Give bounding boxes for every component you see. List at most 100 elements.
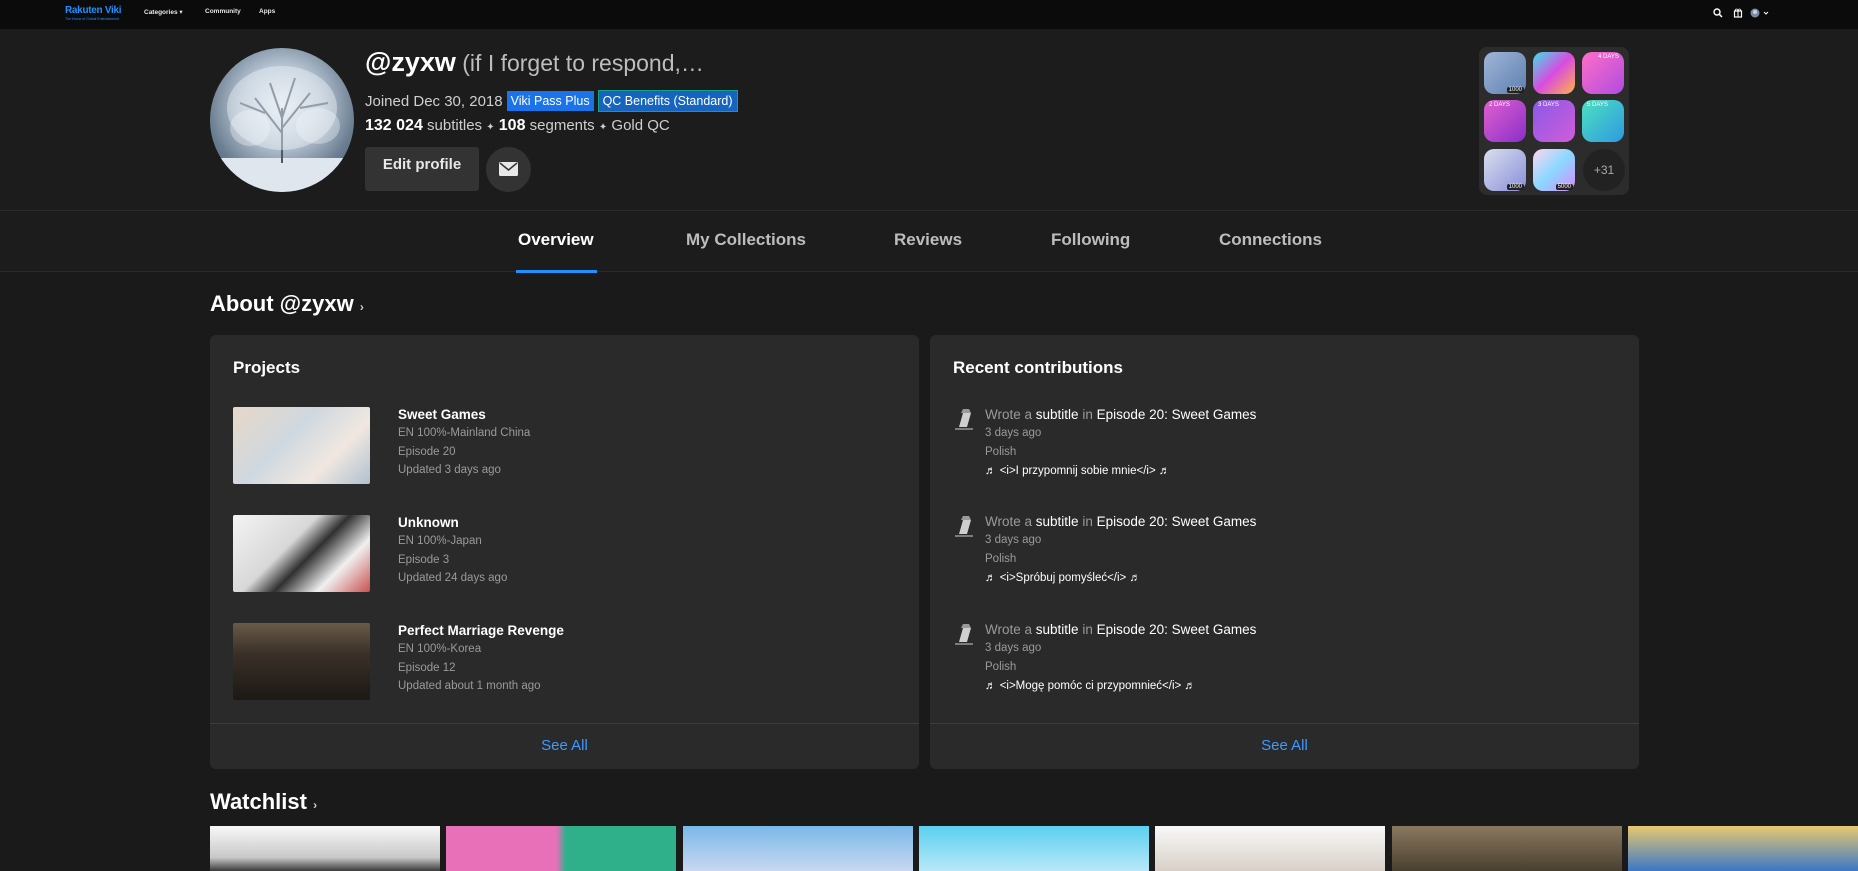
contributions-see-all-link[interactable]: See All — [930, 723, 1639, 769]
achievement-3days-badge[interactable]: 3 DAYS — [1533, 100, 1575, 142]
achievement-badges-grid[interactable]: 1000 4 DAYS 2 DAYS 3 DAYS 5 DAYS 1000 50… — [1479, 47, 1629, 195]
project-updated: Updated 24 days ago — [398, 572, 508, 584]
project-thumbnail[interactable] — [233, 623, 370, 700]
contribution-type-link[interactable]: subtitle — [1036, 514, 1079, 529]
viki-pass-badge: Viki Pass Plus — [506, 91, 594, 111]
pencil-icon — [955, 624, 973, 645]
watchlist-card[interactable] — [210, 826, 440, 871]
project-title[interactable]: Perfect Marriage Revenge — [398, 623, 564, 638]
nav-community[interactable]: Community — [205, 8, 241, 15]
project-thumbnail[interactable] — [233, 407, 370, 484]
segments-count: 108 — [498, 117, 526, 134]
contribution-language: Polish — [985, 446, 1017, 458]
contribution-language: Polish — [985, 661, 1017, 673]
profile-joined-row: Joined Dec 30, 2018 Viki Pass Plus QC Be… — [365, 90, 738, 112]
more-badges-button[interactable]: +31 — [1583, 149, 1625, 191]
contribution-item: Wrote a subtitle in Episode 20: Sweet Ga… — [953, 407, 1573, 487]
nav-categories[interactable]: Categories ▾ — [144, 8, 183, 16]
projects-see-all-link[interactable]: See All — [210, 723, 919, 769]
user-avatar-menu-icon[interactable] — [1750, 8, 1770, 20]
contribution-episode-link[interactable]: Episode 20: Sweet Games — [1097, 514, 1257, 529]
contribution-type-link[interactable]: subtitle — [1036, 407, 1079, 422]
project-item[interactable]: Sweet Games EN 100%-Mainland China Episo… — [233, 407, 853, 487]
tab-following[interactable]: Following — [1051, 230, 1130, 250]
segments-label: segments — [525, 117, 599, 134]
qc-benefits-badge: QC Benefits (Standard) — [597, 90, 738, 112]
achievement-4days-badge[interactable]: 4 DAYS — [1582, 52, 1624, 94]
contribution-type-link[interactable]: subtitle — [1036, 622, 1079, 637]
tab-my-collections[interactable]: My Collections — [686, 230, 806, 250]
project-episode: Episode 12 — [398, 662, 456, 674]
about-heading[interactable]: About @zyxw › — [210, 291, 364, 317]
viki-logo[interactable]: Rakuten Viki The Home of Global Entertai… — [65, 5, 125, 23]
contribution-summary: Wrote a subtitle in Episode 20: Sweet Ga… — [985, 407, 1257, 422]
profile-tabs: Overview My Collections Reviews Followin… — [0, 210, 1858, 273]
mail-icon — [499, 162, 518, 176]
message-button[interactable] — [486, 147, 531, 192]
project-episode: Episode 3 — [398, 554, 450, 566]
project-title[interactable]: Unknown — [398, 515, 459, 530]
project-title[interactable]: Sweet Games — [398, 407, 486, 422]
pencil-icon — [955, 409, 973, 430]
project-item[interactable]: Unknown EN 100%-Japan Episode 3 Updated … — [233, 515, 853, 595]
achievement-owl-badge[interactable]: 1000 — [1484, 52, 1526, 94]
profile-header: @zyxw (if I forget to respond,… Joined D… — [0, 29, 1858, 210]
contribution-episode-link[interactable]: Episode 20: Sweet Games — [1097, 407, 1257, 422]
contribution-language: Polish — [985, 553, 1017, 565]
contribution-item: Wrote a subtitle in Episode 20: Sweet Ga… — [953, 514, 1573, 594]
about-title-text: About @zyxw — [210, 291, 354, 316]
watchlist-card[interactable] — [1392, 826, 1622, 871]
project-item[interactable]: Perfect Marriage Revenge EN 100%-Korea E… — [233, 623, 853, 703]
profile-username: @zyxw (if I forget to respond,… — [365, 47, 704, 78]
edit-profile-button[interactable]: Edit profile — [365, 147, 479, 191]
recent-contributions-panel: Recent contributions Wrote a subtitle in… — [930, 335, 1639, 769]
profile-avatar — [210, 48, 354, 192]
separator-icon: ✦ — [486, 122, 495, 133]
watchlist-card[interactable] — [1628, 826, 1858, 871]
contributions-title: Recent contributions — [953, 358, 1124, 377]
contribution-summary: Wrote a subtitle in Episode 20: Sweet Ga… — [985, 514, 1257, 529]
top-navigation: Rakuten Viki The Home of Global Entertai… — [0, 0, 1858, 29]
gold-qc-label: Gold QC — [607, 117, 670, 134]
project-updated: Updated about 1 month ago — [398, 680, 541, 692]
contribution-item: Wrote a subtitle in Episode 20: Sweet Ga… — [953, 622, 1573, 702]
search-icon[interactable] — [1713, 8, 1723, 20]
tab-connections[interactable]: Connections — [1219, 230, 1322, 250]
chevron-right-icon: › — [313, 798, 318, 812]
achievement-5days-badge[interactable]: 5 DAYS — [1582, 100, 1624, 142]
nav-apps[interactable]: Apps — [259, 8, 275, 15]
subtitles-label: subtitles — [422, 117, 487, 134]
logo-tagline: The Home of Global Entertainment — [65, 17, 120, 21]
contribution-text: ♬ <i>Spróbuj pomyśleć</i> ♬ — [985, 572, 1141, 584]
contribution-time: 3 days ago — [985, 427, 1042, 439]
watchlist-card[interactable] — [919, 826, 1149, 871]
achievement-2023-badge[interactable] — [1533, 52, 1575, 94]
achievement-cat-badge[interactable]: 1000 — [1484, 149, 1526, 191]
logo-text: Rakuten Viki — [65, 5, 122, 16]
watchlist-card[interactable] — [1155, 826, 1385, 871]
tab-reviews[interactable]: Reviews — [894, 230, 962, 250]
watchlist-card[interactable] — [683, 826, 913, 871]
profile-stats: 132 024 subtitles ✦ 108 segments ✦ Gold … — [365, 117, 670, 135]
username-text: @zyxw — [365, 47, 456, 77]
gift-icon[interactable] — [1733, 8, 1743, 20]
achievement-unicorn-badge[interactable]: 5000 — [1533, 149, 1575, 191]
project-updated: Updated 3 days ago — [398, 464, 501, 476]
watchlist-title-text: Watchlist — [210, 789, 307, 814]
contribution-episode-link[interactable]: Episode 20: Sweet Games — [1097, 622, 1257, 637]
watchlist-heading[interactable]: Watchlist › — [210, 789, 317, 815]
tab-overview[interactable]: Overview — [518, 230, 594, 250]
project-language-progress: EN 100%-Japan — [398, 535, 482, 547]
separator-icon: ✦ — [598, 122, 608, 133]
project-language-progress: EN 100%-Korea — [398, 643, 482, 655]
active-tab-indicator — [516, 270, 597, 273]
pencil-icon — [955, 516, 973, 537]
achievement-2days-badge[interactable]: 2 DAYS — [1484, 100, 1526, 142]
project-language-progress: EN 100%-Mainland China — [398, 427, 531, 439]
joined-date: Joined Dec 30, 2018 — [365, 92, 503, 110]
chevron-right-icon: › — [359, 300, 364, 314]
watchlist-card[interactable] — [446, 826, 676, 871]
project-thumbnail[interactable] — [233, 515, 370, 592]
projects-panel: Projects Sweet Games EN 100%-Mainland Ch… — [210, 335, 919, 769]
project-episode: Episode 20 — [398, 446, 456, 458]
